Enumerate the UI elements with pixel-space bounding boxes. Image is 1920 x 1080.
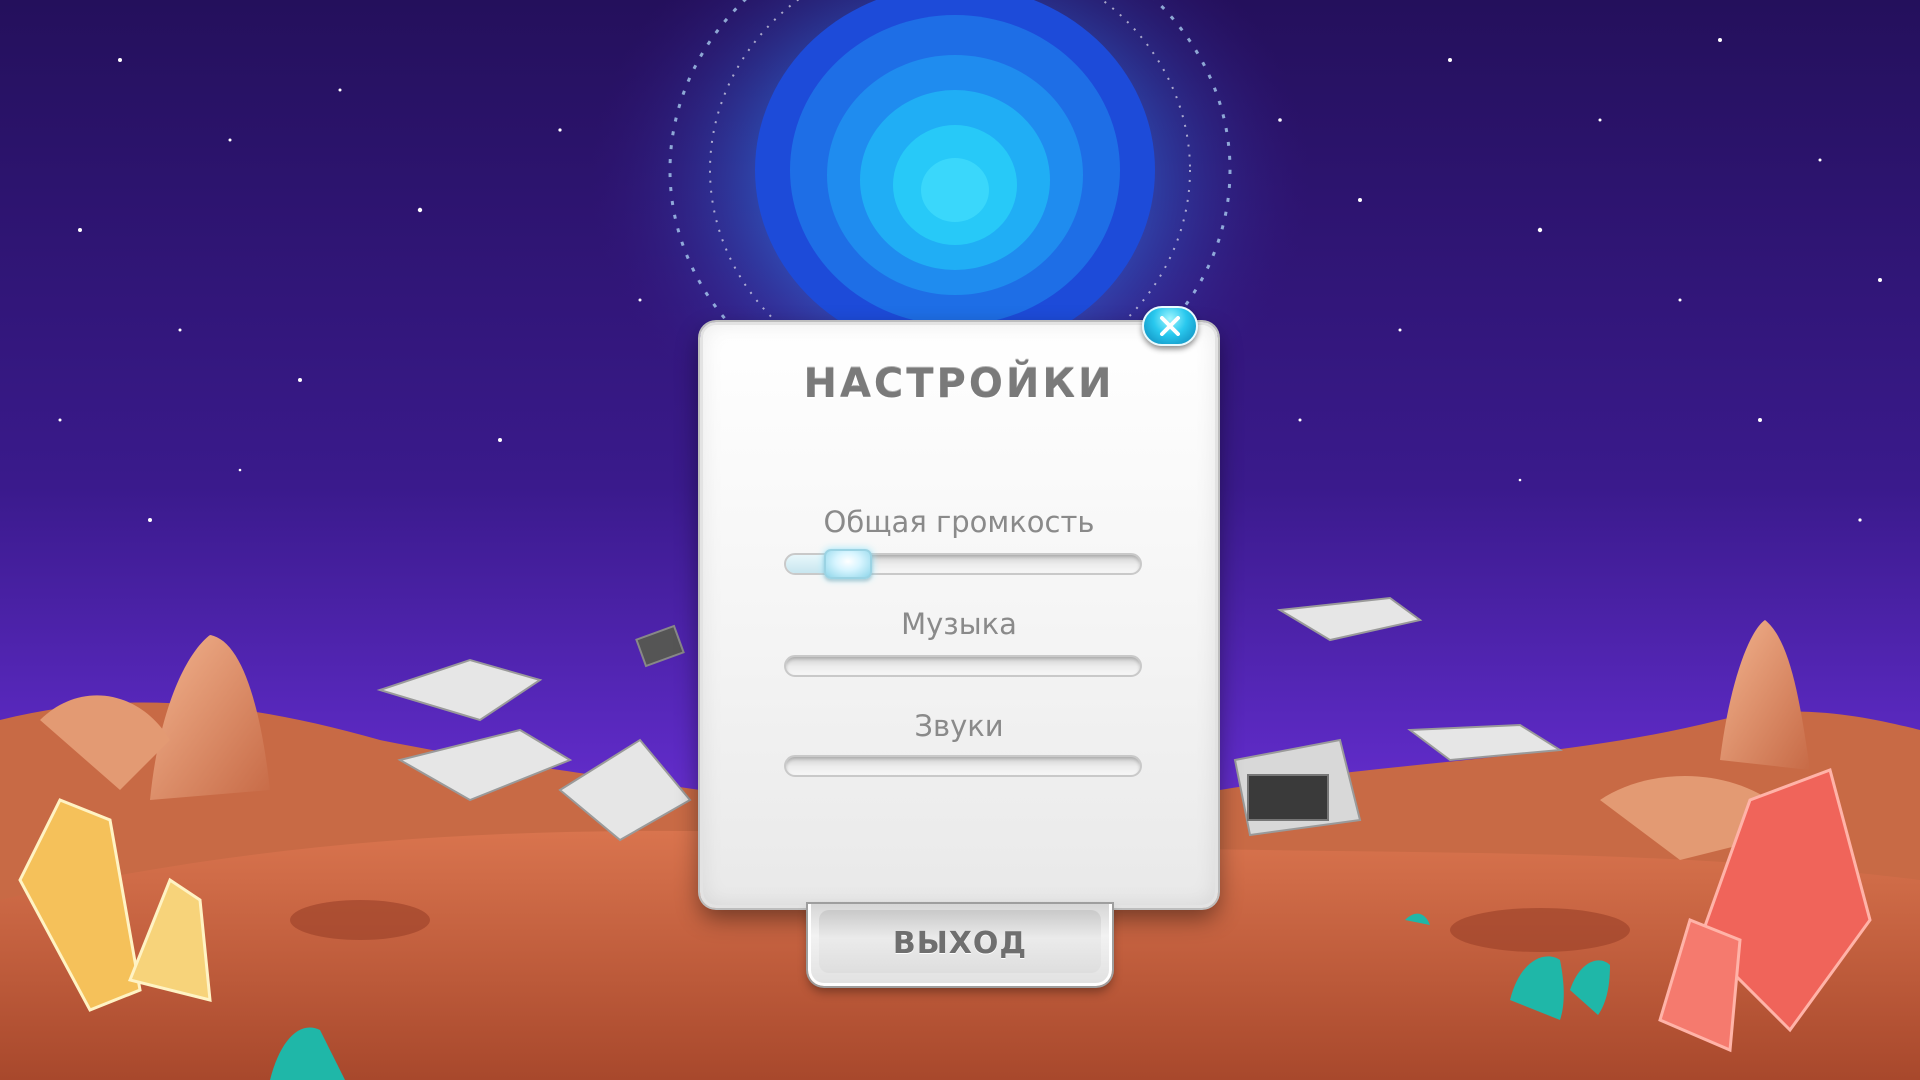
close-x-icon: [1160, 316, 1180, 336]
sounds-volume-slider[interactable]: [784, 755, 1142, 777]
master-volume-label: Общая громкость: [823, 505, 1095, 539]
settings-dialog: НАСТРОЙКИ Общая громкость Музыка Звуки: [700, 322, 1218, 908]
exit-button[interactable]: ВЫХОД: [808, 904, 1112, 986]
music-volume-slider[interactable]: [784, 655, 1142, 677]
close-button[interactable]: [1142, 306, 1198, 346]
music-volume-label: Музыка: [901, 607, 1017, 641]
master-volume-thumb[interactable]: [824, 549, 873, 579]
master-volume-slider[interactable]: [784, 549, 1142, 579]
sounds-volume-label: Звуки: [914, 709, 1004, 743]
dialog-title: НАСТРОЙКИ: [803, 361, 1115, 407]
exit-button-label: ВЫХОД: [892, 926, 1028, 961]
